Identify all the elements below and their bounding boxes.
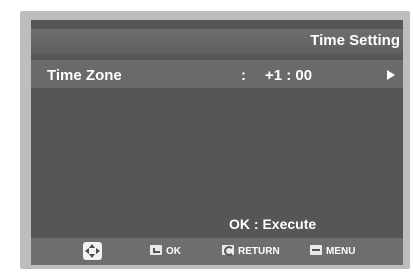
menu-item-time-zone[interactable]: Time Zone : +1 : 00	[31, 60, 403, 88]
return-label: RETURN	[238, 246, 280, 257]
dpad-icon[interactable]	[83, 242, 102, 260]
title-bar: Time Setting	[31, 29, 403, 54]
time-zone-value: +1 : 00	[265, 67, 313, 84]
menu-icon	[310, 245, 322, 255]
right-arrow-icon[interactable]	[387, 70, 395, 80]
up-arrow-icon	[89, 244, 95, 248]
time-zone-separator: :	[241, 67, 246, 84]
page-title: Time Setting	[310, 32, 400, 49]
menu-button[interactable]: MENU	[310, 245, 355, 258]
return-button[interactable]: RETURN	[222, 245, 280, 258]
return-icon	[222, 245, 234, 256]
down-arrow-icon	[89, 254, 95, 258]
bottom-bar: OK RETURN MENU	[31, 238, 403, 265]
left-arrow-icon	[85, 248, 89, 254]
menu-label: MENU	[326, 246, 356, 257]
ok-execute-hint: OK : Execute	[229, 216, 317, 232]
ok-button[interactable]: OK	[150, 245, 181, 258]
ok-label: OK	[166, 246, 181, 257]
ok-icon	[150, 245, 162, 255]
osd-screen: Time Setting Time Zone : +1 : 00 OK : Ex…	[31, 20, 403, 265]
time-zone-label: Time Zone	[47, 67, 122, 84]
right-arrow-icon	[96, 248, 100, 254]
